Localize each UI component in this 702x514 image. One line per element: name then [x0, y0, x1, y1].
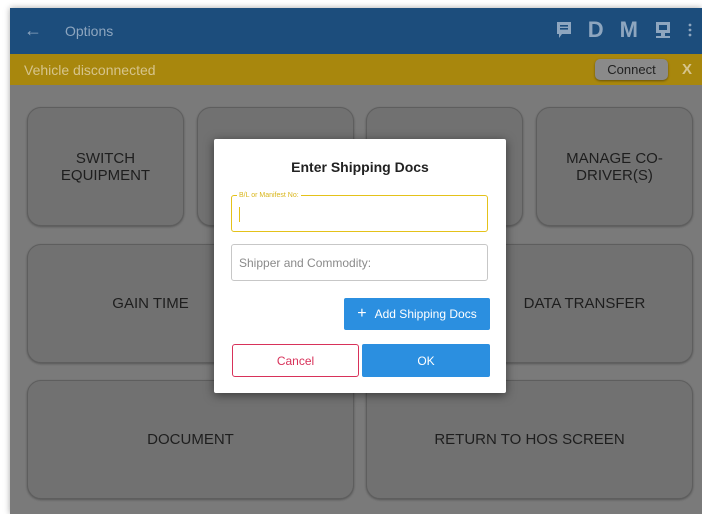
cancel-button[interactable]: Cancel	[232, 344, 359, 377]
document-tile[interactable]: DOCUMENT	[27, 380, 354, 499]
document-label: DOCUMENT	[147, 431, 234, 448]
return-to-hos-tile[interactable]: RETURN TO HOS SCREEN	[366, 380, 693, 499]
shipper-commodity-placeholder: Shipper and Commodity:	[239, 256, 372, 270]
driver-m-button[interactable]: M	[620, 17, 638, 43]
app-bar: ← Options D M	[10, 8, 702, 54]
connection-banner: Vehicle disconnected Connect X	[10, 54, 702, 85]
manage-co-driver-tile[interactable]: MANAGE CO-DRIVER(S)	[536, 107, 693, 226]
cancel-label: Cancel	[276, 353, 315, 368]
gain-time-label: GAIN TIME	[112, 295, 189, 312]
bl-manifest-label: B/L or Manifest No:	[237, 191, 301, 200]
bl-manifest-field[interactable]: B/L or Manifest No:	[231, 191, 488, 232]
page-title: Options	[65, 23, 114, 39]
shipper-commodity-field[interactable]: Shipper and Commodity:	[231, 244, 488, 281]
overflow-menu-icon[interactable]	[688, 22, 692, 38]
message-icon[interactable]	[556, 21, 572, 39]
switch-equipment-tile[interactable]: SWITCH EQUIPMENT	[27, 107, 184, 226]
text-cursor	[239, 207, 240, 222]
dismiss-banner-button[interactable]: X	[682, 61, 692, 78]
ok-button[interactable]: OK	[362, 344, 490, 377]
switch-equipment-label: SWITCH EQUIPMENT	[60, 149, 151, 184]
monitor-icon[interactable]	[654, 20, 672, 40]
manage-co-driver-label: MANAGE CO-DRIVER(S)	[566, 149, 663, 184]
connection-status-text: Vehicle disconnected	[24, 62, 156, 78]
shipping-docs-dialog: Enter Shipping Docs B/L or Manifest No: …	[214, 139, 506, 393]
arrow-left-icon[interactable]: ←	[24, 20, 42, 41]
connect-button[interactable]: Connect	[595, 59, 668, 80]
return-to-hos-label: RETURN TO HOS SCREEN	[434, 431, 625, 448]
plus-icon: +	[357, 305, 367, 322]
options-screen: ← Options D M Vehicle disconnected Conne…	[10, 8, 702, 514]
add-shipping-docs-label: Add Shipping Docs	[374, 307, 477, 321]
ok-label: OK	[417, 353, 435, 368]
dialog-title: Enter Shipping Docs	[291, 159, 429, 175]
data-transfer-label: DATA TRANSFER	[523, 295, 646, 312]
app-bar-actions: D M	[556, 17, 692, 43]
driver-d-button[interactable]: D	[588, 17, 604, 43]
add-shipping-docs-button[interactable]: + Add Shipping Docs	[344, 298, 490, 330]
